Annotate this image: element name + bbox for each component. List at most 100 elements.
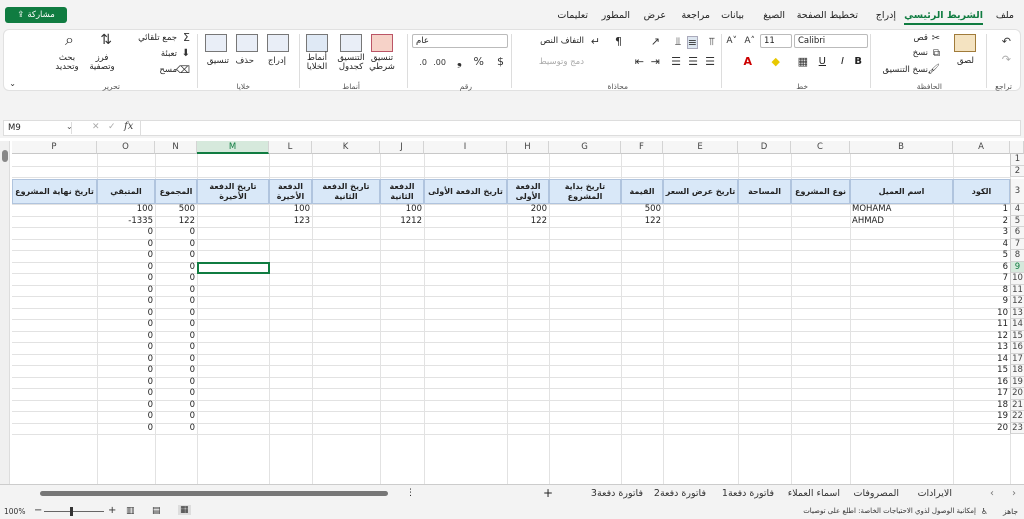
cell-o[interactable]: 0 (97, 400, 155, 412)
cell-n[interactable]: 0 (155, 400, 197, 412)
cell-f[interactable]: 500 (621, 204, 663, 216)
share-button[interactable]: ⇪ مشاركة (5, 7, 67, 23)
cell-o[interactable]: 0 (97, 365, 155, 377)
menu-page-layout[interactable]: تخطيط الصفحة (797, 10, 858, 21)
row-header-14[interactable]: 14 (1010, 319, 1024, 331)
cell-o[interactable]: 0 (97, 423, 155, 435)
row-header-16[interactable]: 16 (1010, 342, 1024, 354)
cut-icon[interactable]: ✂ (932, 33, 940, 44)
cell-o[interactable]: 0 (97, 227, 155, 239)
column-header-g[interactable]: G (549, 141, 621, 154)
cell-n[interactable]: 122 (155, 216, 197, 228)
table-header-n[interactable]: المجموع (155, 179, 197, 204)
row-header-21[interactable]: 21 (1010, 399, 1024, 411)
cell-o[interactable]: 0 (97, 411, 155, 423)
cell-code[interactable]: 20 (953, 423, 1010, 435)
cell-j[interactable]: 100 (380, 204, 424, 216)
cell-o[interactable]: 0 (97, 354, 155, 366)
delete-cells-icon[interactable] (236, 34, 258, 52)
cell-code[interactable]: 15 (953, 365, 1010, 377)
cell-n[interactable]: 0 (155, 308, 197, 320)
row-header-4[interactable]: 4 (1010, 204, 1024, 216)
decrease-font-icon[interactable]: A˅ (726, 36, 737, 47)
accessibility-status[interactable]: إمكانية الوصول لذوي الاحتياجات الخاصة: ا… (803, 507, 976, 515)
tab-revenue[interactable]: الايرادات (918, 488, 952, 499)
cell-code[interactable]: 17 (953, 388, 1010, 400)
cell-h[interactable]: 200 (507, 204, 549, 216)
column-header-n[interactable]: N (155, 141, 197, 154)
cell-code[interactable]: 8 (953, 285, 1010, 297)
format-cells-icon[interactable] (205, 34, 227, 52)
name-box-chevron-icon[interactable]: ⌄ (66, 122, 73, 131)
row-header-15[interactable]: 15 (1010, 330, 1024, 342)
menu-insert[interactable]: إدراج (876, 10, 896, 21)
align-middle-icon[interactable]: ≡ (686, 36, 698, 49)
cell-n[interactable]: 0 (155, 342, 197, 354)
table-header-p[interactable]: تاريخ نهاية المشروع (12, 179, 97, 204)
table-header-j[interactable]: الدفعة الثانية (380, 179, 424, 204)
name-box[interactable]: M9 (6, 122, 72, 134)
align-center-icon[interactable]: ☰ (688, 56, 698, 67)
tab-options-icon[interactable]: ⋮ (406, 488, 415, 498)
normal-view-icon[interactable]: ▦ (178, 505, 191, 515)
cell-n[interactable]: 500 (155, 204, 197, 216)
bold-button[interactable]: B (854, 56, 862, 67)
worksheet-grid[interactable]: ABCDEFGHIJKLMNOP 1 2 3 4 5 6 7 8 9 10 11 12 13 14 15 16… (0, 138, 1024, 484)
column-header-f[interactable]: F (621, 141, 663, 154)
row-header-9[interactable]: 9 (1010, 261, 1024, 273)
cell-n[interactable]: 0 (155, 319, 197, 331)
zoom-level[interactable]: 100% (4, 507, 25, 516)
tab-clients[interactable]: اسماء العملاء (788, 488, 840, 499)
insert-cells-button[interactable]: إدراج (268, 56, 286, 66)
vertical-scrollbar[interactable] (0, 141, 10, 484)
cell-code[interactable]: 18 (953, 400, 1010, 412)
cell-o[interactable]: 0 (97, 296, 155, 308)
currency-icon[interactable]: $ (497, 56, 504, 67)
cell-code[interactable]: 4 (953, 239, 1010, 251)
table-header-g[interactable]: تاريخ بداية المشروع (549, 179, 621, 204)
conditional-format-icon[interactable] (371, 34, 393, 52)
align-top-icon[interactable]: ⫪ (709, 36, 715, 47)
zoom-out-icon[interactable]: − (34, 505, 42, 516)
paste-button[interactable]: لصق (957, 56, 974, 66)
cell-n[interactable]: 0 (155, 377, 197, 389)
horizontal-scroll-thumb[interactable] (40, 491, 388, 496)
table-header-c[interactable]: نوع المشروع (791, 179, 850, 204)
row-header-22[interactable]: 22 (1010, 411, 1024, 423)
font-color-icon[interactable]: A (743, 56, 752, 67)
column-header-c[interactable]: C (791, 141, 850, 154)
cell-l[interactable]: 100 (269, 204, 312, 216)
table-header-k[interactable]: تاريخ الدفعة الثانية (312, 179, 380, 204)
cell-n[interactable]: 0 (155, 365, 197, 377)
prev-sheet-icon[interactable]: ‹ (990, 488, 994, 499)
cell-n[interactable]: 0 (155, 354, 197, 366)
cell-n[interactable]: 0 (155, 331, 197, 343)
cell-o[interactable]: 0 (97, 388, 155, 400)
row-header-18[interactable]: 18 (1010, 365, 1024, 377)
menu-developer[interactable]: المطور (602, 10, 630, 21)
cell-code[interactable]: 5 (953, 250, 1010, 262)
cell-n[interactable]: 0 (155, 411, 197, 423)
cell-o[interactable]: 0 (97, 331, 155, 343)
cut-button[interactable]: قص (914, 33, 928, 43)
merge-center-button[interactable]: دمج وتوسيط (539, 57, 584, 67)
row-header-8[interactable]: 8 (1010, 250, 1024, 262)
format-painter-icon[interactable]: 🖌 (927, 64, 940, 75)
align-right-icon[interactable]: ☰ (671, 56, 681, 67)
find-select-button[interactable]: بحث وتحديد (52, 54, 82, 72)
increase-decimal-icon[interactable]: .00 (433, 57, 446, 68)
sort-filter-icon[interactable]: ⇅ (100, 33, 112, 47)
cell-o[interactable]: 0 (97, 273, 155, 285)
cell-n[interactable]: 0 (155, 250, 197, 262)
next-sheet-icon[interactable]: › (1012, 488, 1016, 499)
cancel-icon[interactable]: ✕ (92, 122, 100, 132)
column-header-k[interactable]: K (312, 141, 380, 154)
cell-h[interactable]: 122 (507, 216, 549, 228)
add-sheet-icon[interactable]: + (543, 486, 553, 500)
menu-data[interactable]: بيانات (721, 10, 744, 21)
decrease-decimal-icon[interactable]: .0 (419, 57, 427, 68)
cell-code[interactable]: 6 (953, 262, 1010, 274)
column-header-j[interactable]: J (380, 141, 424, 154)
row-header-10[interactable]: 10 (1010, 273, 1024, 285)
cell-code[interactable]: 11 (953, 319, 1010, 331)
